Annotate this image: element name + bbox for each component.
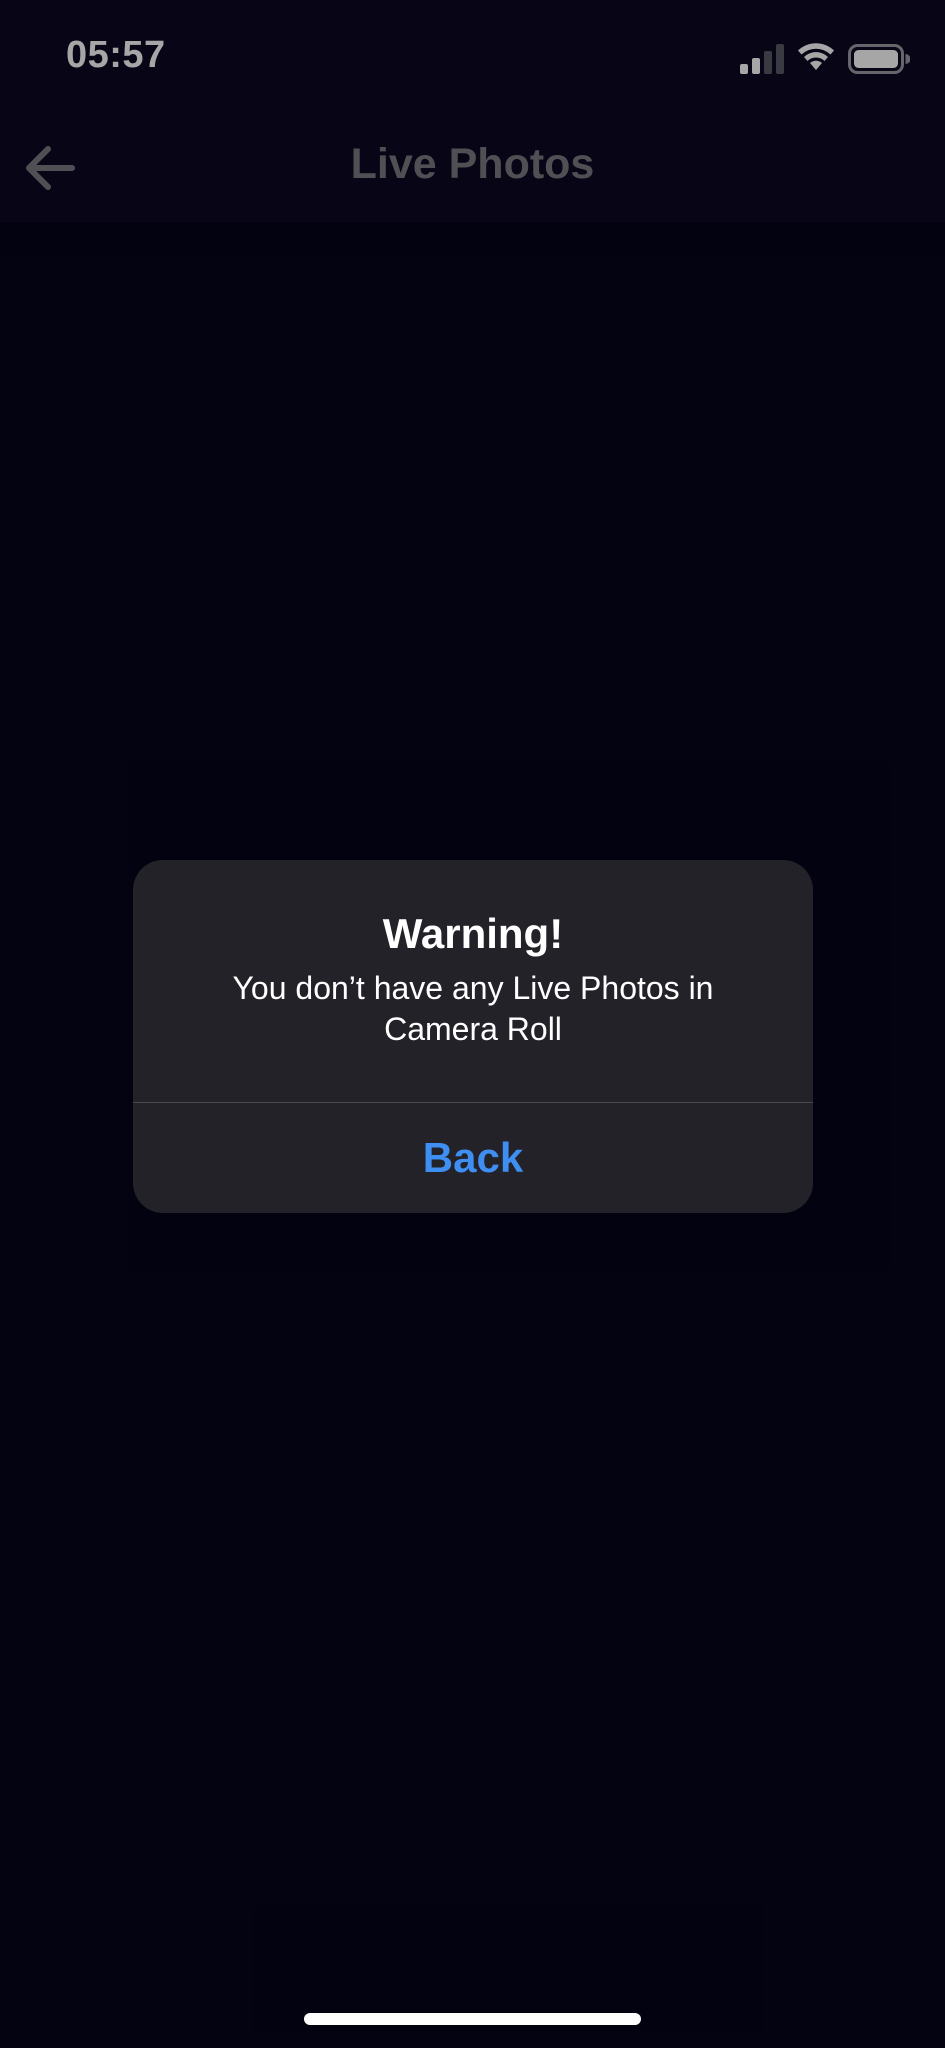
alert-title: Warning! [382,910,564,957]
screen: 05:57 Live Photos Warning! You don’t hav… [0,0,945,2048]
home-indicator[interactable] [304,2013,641,2025]
back-button[interactable]: Back [133,1103,813,1213]
alert-message: You don’t have any Live Photos in Camera… [232,970,714,1047]
warning-alert-dialog: Warning! You don’t have any Live Photos … [133,860,813,1213]
